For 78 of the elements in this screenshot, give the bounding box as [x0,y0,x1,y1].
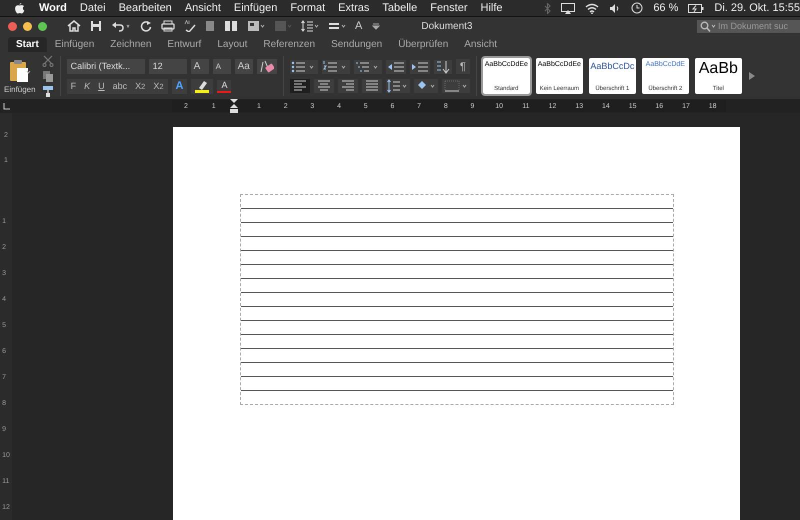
print-icon[interactable] [161,20,175,32]
align-right-icon[interactable] [338,79,358,93]
menu-item[interactable]: Format [290,2,326,14]
align-left-icon[interactable] [290,79,310,93]
indent-marker-icon[interactable] [230,99,238,113]
search-field[interactable]: Im Dokument suc [697,20,800,32]
line-spacing-icon[interactable] [301,20,319,32]
font-size-dropdown[interactable]: 12 [148,58,187,74]
bluetooth-icon[interactable] [544,2,552,14]
paragraph-marks-button[interactable]: ¶ [456,59,470,74]
shading-icon[interactable] [414,79,438,93]
grow-font-button[interactable]: A [190,58,209,74]
app-menu[interactable]: Word [39,2,67,14]
align-dropdown-icon[interactable] [328,20,346,32]
search-icon [700,20,716,32]
redo-icon[interactable] [140,20,152,32]
ribbon-tab[interactable]: Zeichnen [102,36,160,52]
align-center-icon[interactable] [314,79,334,93]
change-case-button[interactable]: Aa [234,58,253,74]
ribbon-tab[interactable]: Sendungen [323,36,390,52]
shrink-font-button[interactable]: A [212,58,231,74]
minimize-button[interactable] [23,22,32,30]
undo-icon[interactable] [111,20,131,32]
sort-icon[interactable] [434,60,452,74]
cut-icon[interactable] [42,55,54,67]
date-time: Di. 29. Okt. 15:55 [714,2,800,14]
battery-percentage: 66 % [653,2,678,14]
decrease-indent-icon[interactable] [386,60,406,74]
ribbon-tab[interactable]: Überprüfen [390,36,456,52]
ribbon-tab[interactable]: Referenzen [255,36,324,52]
highlight-button[interactable] [191,78,214,94]
paste-button[interactable]: Einfügen [4,58,36,94]
increase-indent-icon[interactable] [410,60,430,74]
ribbon-tab[interactable]: Ansicht [456,36,506,52]
text-effects-button[interactable]: A [172,78,188,94]
justify-icon[interactable] [362,79,382,93]
clock-icon[interactable] [631,2,644,14]
ribbon-tab[interactable]: Einfügen [46,36,102,52]
home-icon[interactable] [67,20,81,32]
font-button[interactable]: A [355,20,362,32]
font-dropdown[interactable]: Calibri (Textk... [66,58,145,74]
menu-item[interactable]: Extras [338,2,370,14]
layout-dropdown-icon[interactable] [247,20,265,32]
copy-icon[interactable] [42,70,54,82]
ribbon-tab[interactable]: Start [8,36,47,52]
apple-icon[interactable] [14,2,25,14]
numbered-list-icon[interactable] [322,60,350,74]
tab-stop-icon[interactable] [2,101,12,111]
menu-item[interactable]: Ansicht [184,2,221,14]
font-color-button[interactable]: A [217,80,232,92]
multilevel-list-icon[interactable] [354,60,382,74]
line-spacing-icon[interactable] [386,79,410,93]
borders-icon[interactable] [442,79,470,93]
menu-item[interactable]: Einfügen [234,2,278,14]
format-painter-icon[interactable] [42,85,54,97]
columns-icon[interactable] [224,20,238,32]
battery-icon[interactable] [688,4,704,12]
menu-item[interactable]: Tabelle [382,2,418,14]
clear-formatting-button[interactable] [256,58,277,74]
menu-item[interactable]: Datei [80,2,106,14]
wifi-icon[interactable] [585,2,600,14]
highlighter-icon [195,80,210,92]
menu-item[interactable]: Bearbeiten [118,2,172,14]
scroll-right-icon[interactable] [748,71,756,81]
bullet-list-icon[interactable] [290,60,318,74]
window-title: Dokument3 [421,20,472,32]
close-button[interactable] [8,22,17,30]
page-icon[interactable] [205,20,215,32]
ruled-table[interactable] [240,194,674,405]
screen-mirroring-icon[interactable] [561,2,576,14]
menu-item[interactable]: Fenster [430,2,468,14]
menu-item[interactable]: Hilfe [480,2,503,14]
ribbon-tab[interactable]: Layout [209,36,256,52]
eraser-icon [260,60,274,72]
ribbon-tab[interactable]: Entwurf [159,36,210,52]
zoom-button[interactable] [38,22,47,30]
spelling-check-icon[interactable] [184,20,196,32]
clipboard-icon [8,58,31,82]
